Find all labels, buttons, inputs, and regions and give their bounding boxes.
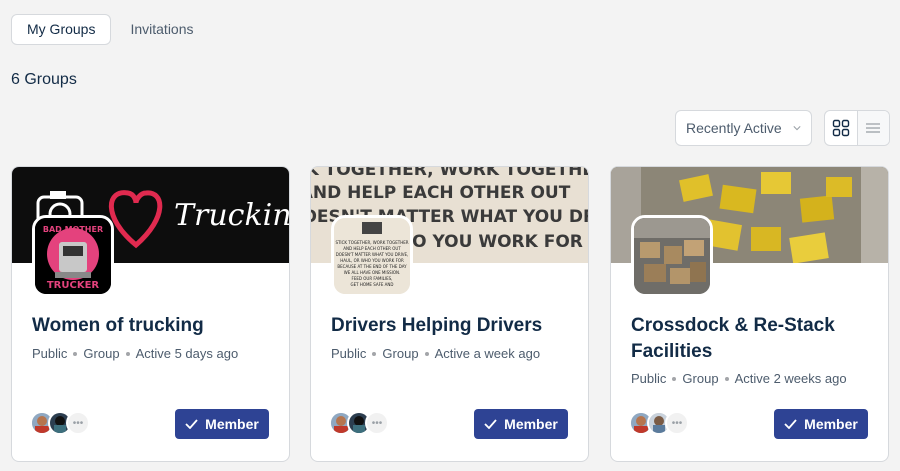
view-toggle bbox=[824, 110, 890, 146]
list-icon bbox=[866, 123, 881, 133]
member-button[interactable]: Member bbox=[774, 409, 868, 439]
group-title[interactable]: Crossdock & Re-Stack Facilities bbox=[631, 313, 871, 365]
group-activity: Active a week ago bbox=[434, 346, 541, 361]
svg-text:AND HELP EACH OTHER OUT: AND HELP EACH OTHER OUT bbox=[311, 183, 571, 203]
group-type: Group bbox=[83, 346, 120, 361]
tab-my-groups[interactable]: My Groups bbox=[11, 14, 112, 45]
svg-text:STICK TOGETHER, WORK TOGETHER: STICK TOGETHER, WORK TOGETHER bbox=[311, 167, 588, 180]
svg-text:STICK TOGETHER, WORK TOGETHER: STICK TOGETHER, WORK TOGETHER bbox=[335, 240, 408, 245]
separator-dot bbox=[73, 351, 78, 356]
svg-text:Trucking: Trucking bbox=[174, 198, 289, 233]
group-avatar: BAD MOTHER TRUCKER bbox=[32, 215, 114, 297]
group-avatar bbox=[631, 215, 713, 297]
group-type: Group bbox=[682, 371, 719, 386]
group-privacy: Public bbox=[32, 346, 68, 361]
group-title[interactable]: Women of trucking bbox=[32, 313, 272, 339]
member-button-label: Member bbox=[205, 416, 259, 432]
check-icon bbox=[484, 419, 497, 429]
chevron-down-icon bbox=[793, 126, 801, 131]
separator-dot bbox=[672, 376, 677, 381]
member-button[interactable]: Member bbox=[474, 409, 568, 439]
group-card[interactable]: Crossdock & Re-Stack Facilities Public G… bbox=[610, 166, 889, 462]
svg-text:AND HELP EACH OTHER OUT: AND HELP EACH OTHER OUT bbox=[343, 246, 401, 251]
svg-text:GET HOME SAFE AND: GET HOME SAFE AND bbox=[350, 282, 393, 287]
grid-view-button[interactable] bbox=[825, 111, 857, 145]
member-button-label: Member bbox=[804, 416, 858, 432]
group-card[interactable]: STICK TOGETHER, WORK TOGETHER AND HELP E… bbox=[310, 166, 589, 462]
separator-dot bbox=[372, 351, 377, 356]
check-icon bbox=[784, 419, 797, 429]
svg-text:HAUL, OR WHO YOU WORK FOR: HAUL, OR WHO YOU WORK FOR bbox=[340, 258, 404, 263]
tab-invitations[interactable]: Invitations bbox=[115, 14, 208, 45]
more-members-icon[interactable]: ••• bbox=[665, 411, 689, 435]
sort-select[interactable]: Recently Active bbox=[675, 110, 812, 146]
member-button[interactable]: Member bbox=[175, 409, 269, 439]
group-type: Group bbox=[382, 346, 419, 361]
separator-dot bbox=[125, 351, 130, 356]
svg-text:TRUCKER: TRUCKER bbox=[47, 280, 100, 291]
group-card[interactable]: Trucking BAD MOTHER TRUCKER Women of tru… bbox=[11, 166, 290, 462]
group-title[interactable]: Drivers Helping Drivers bbox=[331, 313, 571, 339]
member-avatars: ••• bbox=[329, 411, 389, 435]
svg-text:WE ALL HAVE ONE MISSION.: WE ALL HAVE ONE MISSION. bbox=[344, 270, 400, 275]
check-icon bbox=[185, 419, 198, 429]
more-members-icon[interactable]: ••• bbox=[66, 411, 90, 435]
svg-text:BECAUSE AT THE END OF THE DAY: BECAUSE AT THE END OF THE DAY bbox=[337, 264, 407, 269]
groups-count: 6 Groups bbox=[11, 71, 77, 88]
group-avatar: STICK TOGETHER, WORK TOGETHER AND HELP E… bbox=[331, 215, 413, 297]
sort-selected-value: Recently Active bbox=[686, 120, 782, 136]
group-meta: Public Group Active 2 weeks ago bbox=[631, 371, 847, 386]
separator-dot bbox=[724, 376, 729, 381]
group-privacy: Public bbox=[331, 346, 367, 361]
group-tabs: My Groups Invitations bbox=[11, 14, 209, 45]
group-meta: Public Group Active a week ago bbox=[331, 346, 540, 361]
svg-text:BAD MOTHER: BAD MOTHER bbox=[43, 225, 103, 234]
member-button-label: Member bbox=[504, 416, 558, 432]
member-avatars: ••• bbox=[30, 411, 90, 435]
more-members-icon[interactable]: ••• bbox=[365, 411, 389, 435]
svg-text:FEED OUR FAMILIES,: FEED OUR FAMILIES, bbox=[352, 276, 393, 281]
grid-icon bbox=[832, 119, 850, 137]
member-avatars: ••• bbox=[629, 411, 689, 435]
group-activity: Active 2 weeks ago bbox=[734, 371, 847, 386]
svg-text:DOESN'T MATTER WHAT YOU DRIVE,: DOESN'T MATTER WHAT YOU DRIVE, bbox=[336, 252, 409, 257]
group-privacy: Public bbox=[631, 371, 667, 386]
list-view-button[interactable] bbox=[856, 111, 889, 145]
separator-dot bbox=[424, 351, 429, 356]
group-activity: Active 5 days ago bbox=[135, 346, 239, 361]
group-meta: Public Group Active 5 days ago bbox=[32, 346, 238, 361]
